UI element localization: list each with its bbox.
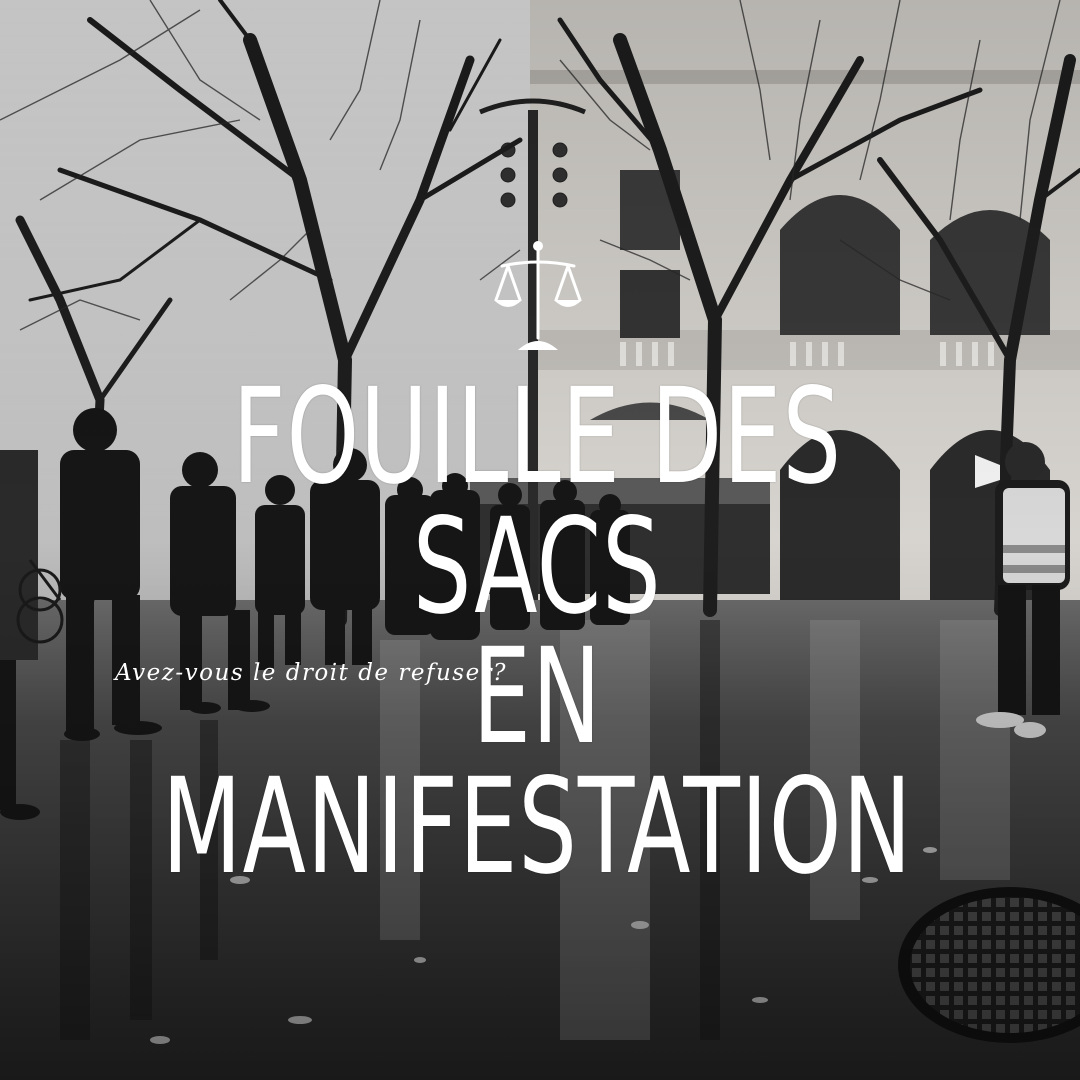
post-title: FOUILLE DES SACS EN MANIFESTATION	[116, 360, 958, 893]
scales-of-justice-icon	[494, 241, 582, 350]
post-image: FOUILLE DES SACS EN MANIFESTATION Avez-v…	[0, 0, 1080, 1080]
title-line-1: FOUILLE DES SACS	[232, 360, 842, 644]
post-subtitle: Avez-vous le droit de refuser?	[115, 660, 508, 686]
